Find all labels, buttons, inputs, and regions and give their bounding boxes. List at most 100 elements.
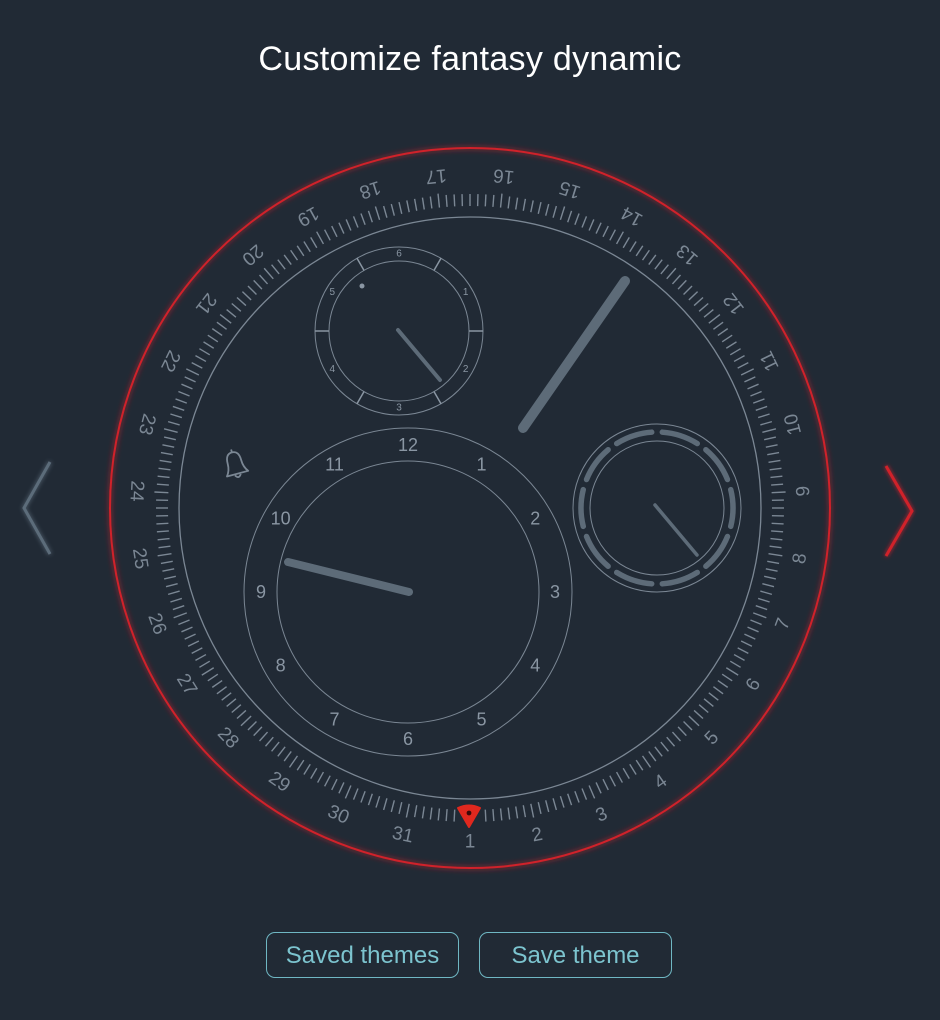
chevron-right-icon[interactable] bbox=[884, 465, 914, 557]
scale-tick bbox=[331, 225, 338, 238]
outer-scale-label: 29 bbox=[265, 767, 294, 796]
scale-tick bbox=[771, 530, 784, 533]
scale-tick bbox=[170, 597, 183, 603]
scale-tick bbox=[216, 321, 227, 330]
small-dial-tick bbox=[356, 391, 365, 405]
scale-tick bbox=[178, 619, 190, 626]
scale-tick bbox=[725, 667, 739, 676]
small-dial-label: 2 bbox=[463, 364, 469, 375]
scale-tick bbox=[574, 790, 580, 803]
scale-tick bbox=[522, 805, 527, 818]
scale-tick bbox=[271, 264, 280, 275]
minute-hand bbox=[518, 276, 630, 433]
small-dial-tick bbox=[433, 257, 442, 271]
saved-themes-button[interactable]: Saved themes bbox=[266, 932, 459, 978]
scale-tick bbox=[421, 806, 425, 819]
outer-scale-label: 3 bbox=[593, 803, 611, 826]
scale-tick bbox=[367, 210, 373, 223]
scale-tick bbox=[170, 413, 183, 419]
scale-tick bbox=[552, 798, 558, 811]
scale-tick bbox=[360, 790, 366, 803]
scale-tick bbox=[191, 647, 203, 655]
scale-tick bbox=[283, 751, 292, 762]
scale-tick bbox=[698, 704, 709, 714]
scale-tick bbox=[453, 194, 456, 207]
scale-tick bbox=[693, 296, 704, 307]
scale-tick bbox=[567, 793, 573, 806]
outer-scale-label: 12 bbox=[719, 289, 749, 319]
scale-tick bbox=[271, 741, 280, 752]
outer-scale-label: 15 bbox=[557, 176, 583, 202]
outer-scale-label: 21 bbox=[191, 289, 221, 319]
outer-scale-label: 1 bbox=[465, 832, 476, 853]
scale-tick bbox=[296, 759, 305, 771]
outer-scale-label: 7 bbox=[772, 615, 795, 632]
small-dial-label: 3 bbox=[396, 403, 402, 414]
outer-scale-label: 20 bbox=[238, 240, 268, 270]
scale-tick bbox=[581, 216, 588, 228]
small-dial-tick bbox=[356, 257, 365, 271]
scale-tick bbox=[545, 203, 550, 216]
scale-tick bbox=[752, 398, 765, 404]
scale-tick bbox=[740, 640, 753, 647]
scale-tick bbox=[310, 767, 318, 779]
scale-tick bbox=[492, 809, 495, 822]
bezel-inner-ring bbox=[178, 216, 762, 800]
outer-scale-label: 17 bbox=[425, 164, 448, 187]
main-dial-label: 1 bbox=[476, 455, 486, 475]
scale-tick bbox=[507, 196, 511, 209]
scale-tick bbox=[760, 420, 773, 426]
scale-tick bbox=[713, 686, 724, 695]
scale-tick bbox=[172, 605, 185, 611]
scale-tick bbox=[352, 788, 359, 800]
scale-tick bbox=[165, 583, 178, 588]
scale-tick bbox=[253, 726, 263, 737]
scale-tick bbox=[768, 553, 783, 557]
scale-tick bbox=[240, 715, 252, 727]
outer-red-ring bbox=[109, 147, 831, 869]
scale-tick bbox=[207, 673, 219, 682]
chevron-left-icon[interactable] bbox=[22, 461, 52, 555]
scale-tick bbox=[175, 398, 188, 404]
scale-tick bbox=[157, 553, 172, 557]
scale-tick bbox=[698, 302, 709, 312]
outer-scale-label: 14 bbox=[617, 201, 646, 230]
scale-tick bbox=[374, 206, 381, 221]
scale-tick bbox=[755, 605, 768, 611]
scale-tick bbox=[211, 328, 223, 337]
main-dial-label: 7 bbox=[329, 709, 339, 729]
scale-tick bbox=[236, 296, 247, 307]
scale-tick bbox=[747, 383, 759, 390]
save-theme-button[interactable]: Save theme bbox=[479, 932, 672, 978]
outer-scale-label: 13 bbox=[673, 240, 703, 270]
main-dial-label: 12 bbox=[398, 435, 418, 455]
scale-tick bbox=[398, 201, 403, 214]
scale-tick bbox=[703, 309, 714, 318]
scale-tick bbox=[203, 341, 215, 349]
scale-tick bbox=[666, 736, 676, 747]
scale-tick bbox=[406, 200, 410, 213]
scale-tick bbox=[219, 314, 232, 324]
scale-tick bbox=[622, 237, 630, 249]
scale-tick bbox=[654, 259, 663, 270]
outer-scale-label: 18 bbox=[357, 176, 383, 202]
outer-scale-label: 11 bbox=[756, 347, 784, 374]
scale-tick bbox=[752, 612, 767, 619]
scale-tick bbox=[375, 795, 381, 808]
scale-tick bbox=[768, 459, 781, 463]
scale-tick bbox=[352, 216, 359, 228]
scale-tick bbox=[545, 800, 550, 813]
outer-scale-label: 23 bbox=[134, 411, 160, 437]
scale-tick bbox=[367, 793, 373, 806]
scale-tick bbox=[537, 802, 542, 815]
date-pointer-icon bbox=[457, 804, 481, 828]
scale-tick bbox=[247, 285, 257, 295]
scale-tick bbox=[641, 755, 652, 768]
scale-tick bbox=[159, 459, 172, 463]
scale-tick bbox=[609, 229, 617, 241]
scale-tick bbox=[323, 775, 331, 787]
scale-tick bbox=[654, 746, 663, 757]
scale-tick bbox=[277, 259, 286, 270]
scale-tick bbox=[615, 771, 623, 783]
scale-tick bbox=[345, 219, 352, 231]
